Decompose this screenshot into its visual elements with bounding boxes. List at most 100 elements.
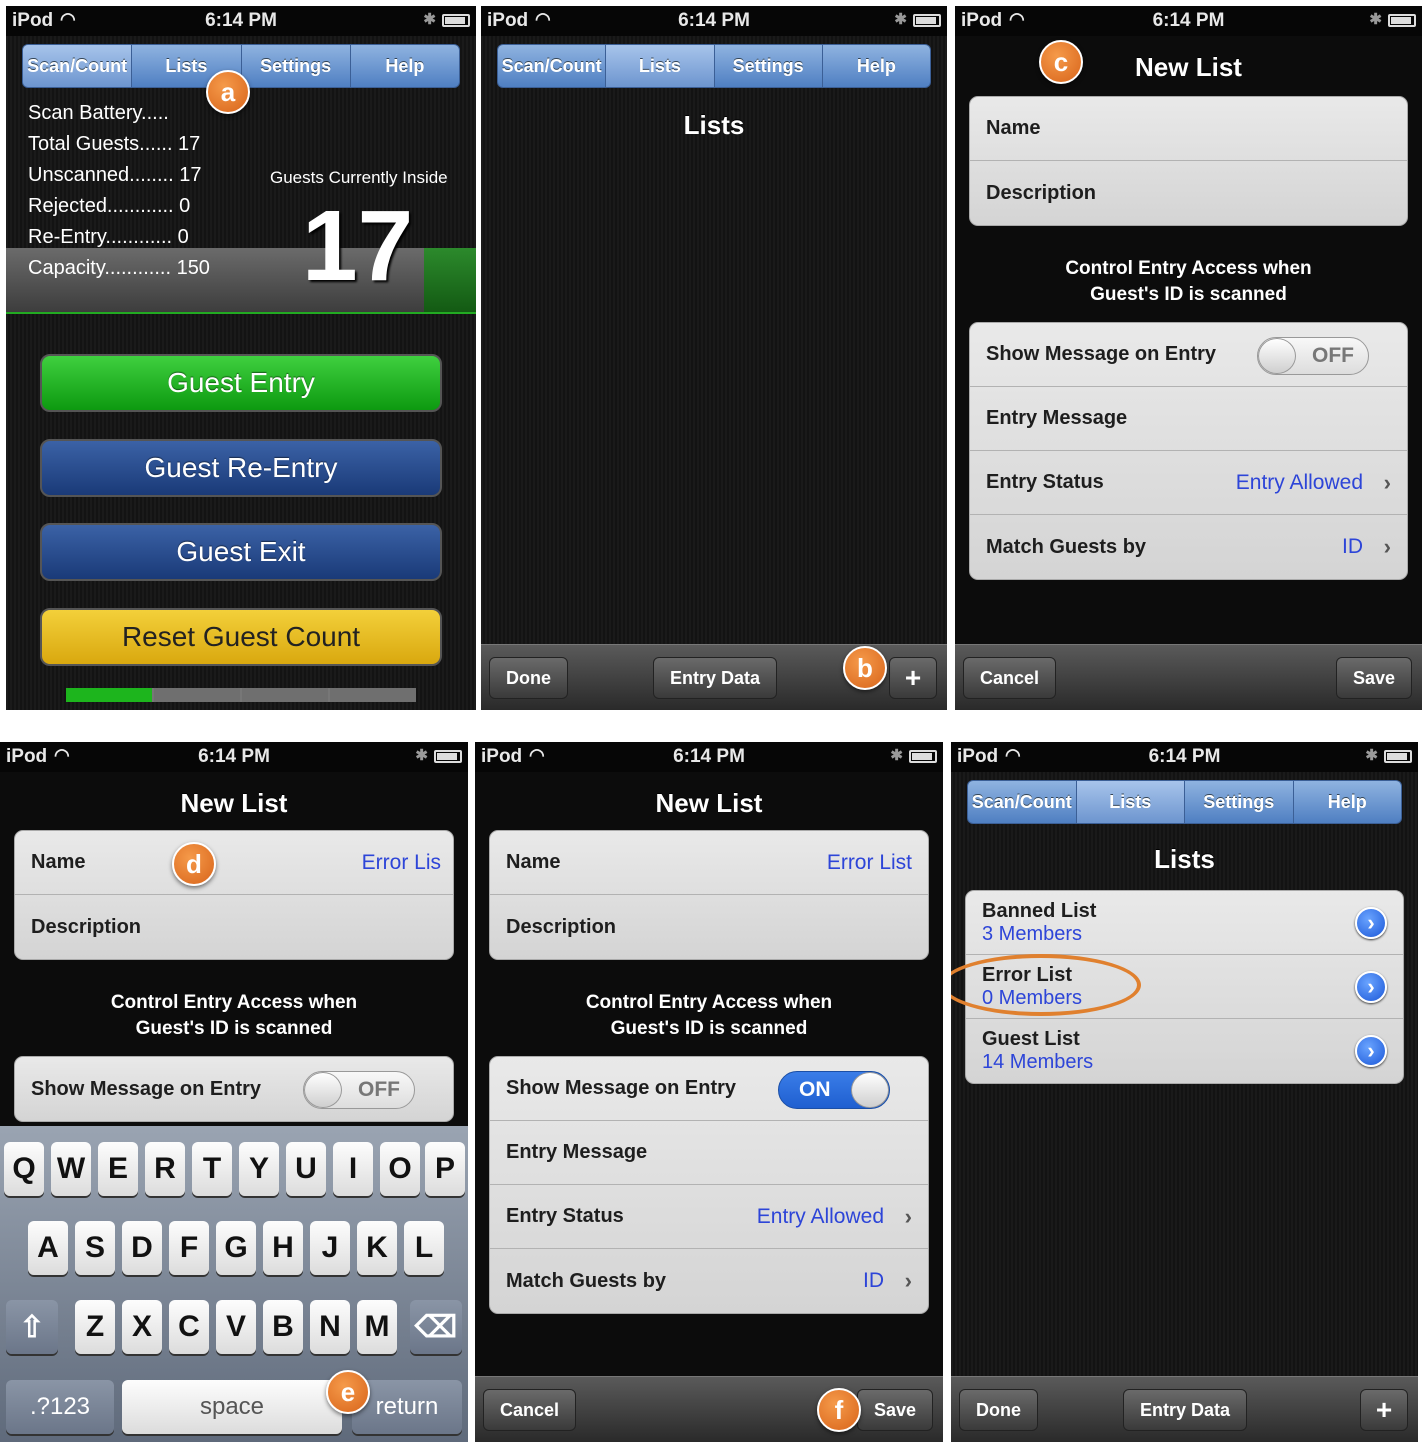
tab-help[interactable]: Help bbox=[823, 45, 930, 87]
battery-icon bbox=[909, 750, 937, 763]
chevron-right-icon[interactable]: › bbox=[1355, 1035, 1387, 1067]
tab-lists[interactable]: Lists bbox=[606, 45, 715, 87]
guest-re-entry-button[interactable]: Guest Re-Entry bbox=[40, 439, 442, 497]
key[interactable]: F bbox=[169, 1221, 209, 1275]
toggle-knob bbox=[304, 1072, 342, 1108]
key[interactable]: Q bbox=[4, 1142, 44, 1196]
description-field[interactable]: Description bbox=[970, 161, 1407, 225]
list-item[interactable]: Guest List 14 Members › bbox=[966, 1019, 1403, 1083]
key[interactable]: V bbox=[216, 1300, 256, 1354]
page-progress bbox=[66, 688, 416, 702]
lists-populated-screen: iPod ◠ 6:14 PM ✱ Scan/Count Lists Settin… bbox=[951, 742, 1418, 1442]
guest-exit-button[interactable]: Guest Exit bbox=[40, 523, 442, 581]
name-group: Name Error List Description bbox=[489, 830, 929, 960]
progress-segment bbox=[242, 688, 328, 702]
done-button[interactable]: Done bbox=[959, 1389, 1038, 1431]
name-field[interactable]: Name Error List bbox=[490, 831, 928, 895]
list-members: 3 Members bbox=[982, 922, 1083, 945]
show-message-toggle[interactable]: OFF bbox=[303, 1071, 415, 1109]
name-field[interactable]: Name bbox=[970, 97, 1407, 161]
name-input-value[interactable]: Error Lis bbox=[362, 851, 441, 875]
key[interactable]: J bbox=[310, 1221, 350, 1275]
stat-re-entry: Re-Entry............ 0 bbox=[28, 226, 189, 248]
key[interactable]: C bbox=[169, 1300, 209, 1354]
chevron-right-icon[interactable]: › bbox=[1355, 907, 1387, 939]
key[interactable]: Z bbox=[75, 1300, 115, 1354]
key[interactable]: D bbox=[122, 1221, 162, 1275]
done-button[interactable]: Done bbox=[489, 657, 568, 699]
key[interactable]: Y bbox=[239, 1142, 279, 1196]
key[interactable]: H bbox=[263, 1221, 303, 1275]
cancel-button[interactable]: Cancel bbox=[483, 1389, 577, 1431]
key[interactable]: O bbox=[380, 1142, 420, 1196]
tab-lists[interactable]: Lists bbox=[1076, 781, 1185, 823]
guest-entry-button[interactable]: Guest Entry bbox=[40, 354, 442, 412]
show-message-toggle[interactable]: ON bbox=[778, 1071, 890, 1109]
key[interactable]: T bbox=[192, 1142, 232, 1196]
battery-icon bbox=[1388, 14, 1416, 27]
cancel-button[interactable]: Cancel bbox=[963, 657, 1057, 699]
toggle-knob bbox=[851, 1072, 889, 1108]
name-label: Name bbox=[506, 851, 561, 873]
key[interactable]: P bbox=[425, 1142, 465, 1196]
key[interactable]: E bbox=[98, 1142, 138, 1196]
match-guests-row[interactable]: Match Guests by ID › bbox=[970, 515, 1407, 579]
clock: 6:14 PM bbox=[1148, 746, 1221, 767]
description-field[interactable]: Description bbox=[490, 895, 928, 959]
key[interactable]: N bbox=[310, 1300, 350, 1354]
tab-help[interactable]: Help bbox=[1294, 781, 1402, 823]
chevron-right-icon: › bbox=[904, 1268, 912, 1293]
save-button[interactable]: Save bbox=[1335, 657, 1412, 699]
delete-key[interactable]: ⌫ bbox=[410, 1300, 462, 1354]
show-message-toggle[interactable]: OFF bbox=[1257, 337, 1369, 375]
key[interactable]: K bbox=[357, 1221, 397, 1275]
entry-message-row[interactable]: Entry Message bbox=[490, 1121, 928, 1185]
tab-scan-count[interactable]: Scan/Count bbox=[23, 45, 133, 87]
match-guests-row[interactable]: Match Guests by ID › bbox=[490, 1249, 928, 1313]
add-list-button[interactable]: + bbox=[889, 657, 937, 699]
bluetooth-icon: ✱ bbox=[1365, 747, 1378, 764]
progress-segment bbox=[154, 688, 240, 702]
key[interactable]: A bbox=[28, 1221, 68, 1275]
numbers-key[interactable]: .?123 bbox=[6, 1380, 114, 1434]
entry-message-label: Entry Message bbox=[986, 407, 1128, 429]
key[interactable]: L bbox=[404, 1221, 444, 1275]
tab-settings[interactable]: Settings bbox=[242, 45, 351, 87]
name-field[interactable]: Name Error Lis bbox=[15, 831, 453, 895]
chevron-right-icon: › bbox=[904, 1203, 912, 1229]
key[interactable]: G bbox=[216, 1221, 256, 1275]
save-button[interactable]: Save bbox=[856, 1389, 933, 1431]
space-key[interactable]: space bbox=[122, 1380, 342, 1434]
entry-data-button[interactable]: Entry Data bbox=[653, 657, 778, 699]
bluetooth-icon: ✱ bbox=[415, 747, 428, 764]
tab-settings[interactable]: Settings bbox=[715, 45, 823, 87]
tab-scan-count[interactable]: Scan/Count bbox=[968, 781, 1077, 823]
caption-line: Control Entry Access when bbox=[110, 992, 358, 1013]
clock: 6:14 PM bbox=[673, 746, 745, 767]
tab-help[interactable]: Help bbox=[351, 45, 459, 87]
shift-key[interactable]: ⇧ bbox=[6, 1300, 58, 1354]
access-caption: Control Entry Access when Guest's ID is … bbox=[475, 990, 943, 1042]
entry-status-row[interactable]: Entry Status Entry Allowed › bbox=[490, 1185, 928, 1249]
key[interactable]: M bbox=[357, 1300, 397, 1354]
key[interactable]: S bbox=[75, 1221, 115, 1275]
progress-segment bbox=[330, 688, 416, 702]
add-list-button[interactable]: + bbox=[1360, 1389, 1408, 1431]
key[interactable]: B bbox=[263, 1300, 303, 1354]
reset-guest-count-button[interactable]: Reset Guest Count bbox=[40, 608, 442, 666]
entry-data-button[interactable]: Entry Data bbox=[1123, 1389, 1248, 1431]
key[interactable]: R bbox=[145, 1142, 185, 1196]
tab-settings[interactable]: Settings bbox=[1185, 781, 1294, 823]
chevron-right-icon[interactable]: › bbox=[1355, 971, 1387, 1003]
tab-scan-count[interactable]: Scan/Count bbox=[498, 45, 607, 87]
entry-status-row[interactable]: Entry Status Entry Allowed › bbox=[970, 451, 1407, 515]
list-item[interactable]: Banned List 3 Members › bbox=[966, 891, 1403, 955]
description-label: Description bbox=[506, 915, 617, 938]
name-input-value[interactable]: Error List bbox=[827, 851, 912, 875]
key[interactable]: U bbox=[286, 1142, 326, 1196]
key[interactable]: X bbox=[122, 1300, 162, 1354]
entry-message-row[interactable]: Entry Message bbox=[970, 387, 1407, 451]
key[interactable]: W bbox=[51, 1142, 91, 1196]
description-field[interactable]: Description bbox=[15, 895, 453, 959]
key[interactable]: I bbox=[333, 1142, 373, 1196]
